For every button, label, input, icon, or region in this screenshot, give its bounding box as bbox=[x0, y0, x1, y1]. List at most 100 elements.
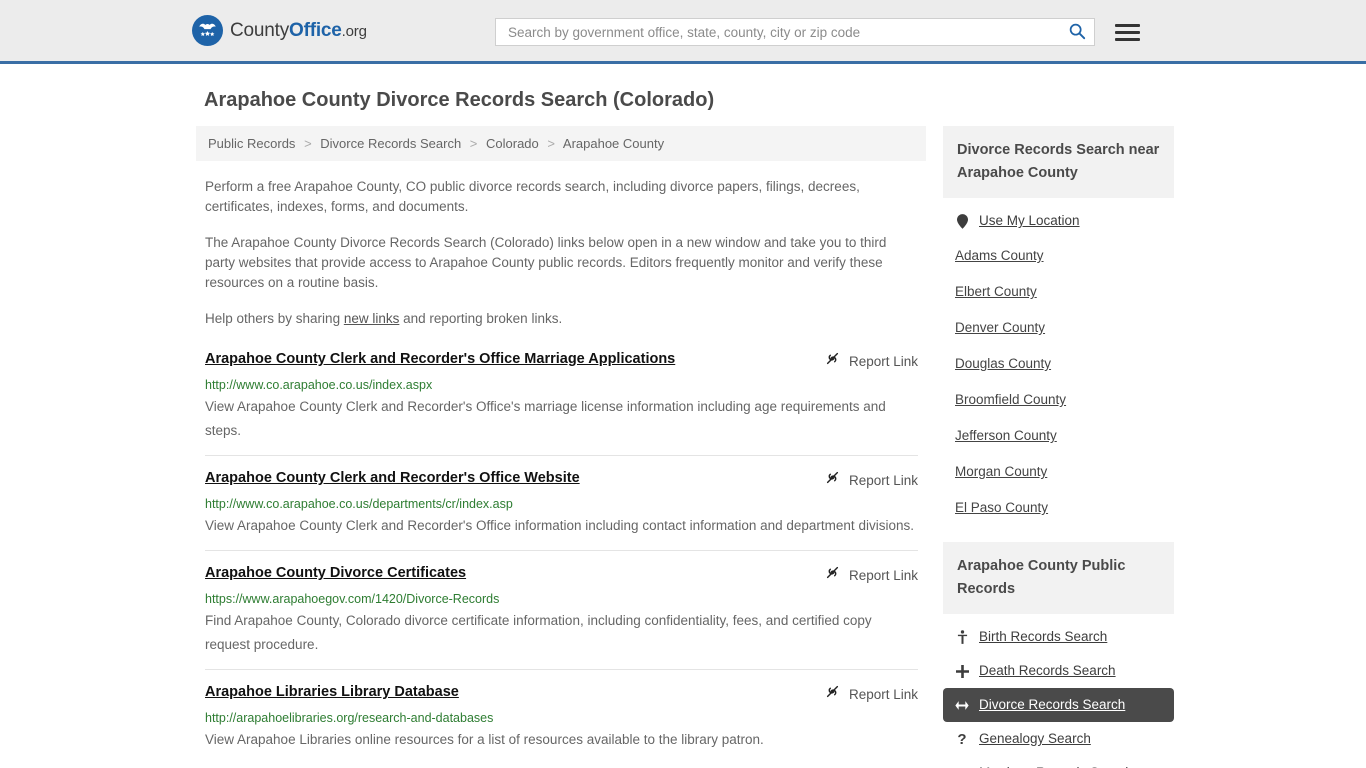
result-header: Arapahoe County Clerk and Recorder's Off… bbox=[205, 350, 918, 372]
sidebar-item-divorce-records[interactable]: Divorce Records Search bbox=[943, 688, 1174, 722]
result-item: Arapahoe County Clerk and Recorder's Off… bbox=[205, 350, 918, 455]
result-description: View Arapahoe County Clerk and Recorder'… bbox=[205, 399, 886, 438]
report-link-label: Report Link bbox=[848, 686, 918, 702]
breadcrumb-item-colorado[interactable]: Colorado bbox=[486, 136, 539, 151]
breadcrumb-item-arapahoe-county[interactable]: Arapahoe County bbox=[563, 136, 664, 151]
nearby-county-row[interactable]: Denver County bbox=[943, 310, 1174, 346]
new-links-link[interactable]: new links bbox=[344, 311, 400, 326]
death-records-search-link[interactable]: Death Records Search bbox=[979, 662, 1116, 680]
marriage-records-search-link[interactable]: Marriage Records Search bbox=[979, 764, 1133, 768]
broken-link-icon bbox=[824, 683, 841, 705]
site-logo[interactable]: CountyOffice.org bbox=[192, 15, 367, 46]
public-records-panel: Arapahoe County Public Records Birth Rec… bbox=[943, 542, 1174, 768]
nearby-panel-heading: Divorce Records Search near Arapahoe Cou… bbox=[943, 126, 1174, 198]
search-icon bbox=[1068, 22, 1086, 43]
search-box[interactable] bbox=[495, 18, 1095, 46]
baby-icon bbox=[955, 630, 969, 644]
nearby-searches-panel: Divorce Records Search near Arapahoe Cou… bbox=[943, 126, 1174, 526]
intro-paragraph-3: Help others by sharing new links and rep… bbox=[205, 309, 918, 329]
report-link-label: Report Link bbox=[848, 472, 918, 488]
nearby-county-link[interactable]: Jefferson County bbox=[955, 427, 1057, 445]
nearby-county-link[interactable]: El Paso County bbox=[955, 499, 1048, 517]
divorce-records-search-link[interactable]: Divorce Records Search bbox=[979, 696, 1125, 714]
results-list: Arapahoe County Clerk and Recorder's Off… bbox=[196, 350, 926, 764]
result-url[interactable]: https://www.arapahoegov.com/1420/Divorce… bbox=[205, 591, 918, 607]
genealogy-search-link[interactable]: Genealogy Search bbox=[979, 730, 1091, 748]
left-right-arrow-icon bbox=[955, 700, 969, 711]
nearby-county-link[interactable]: Adams County bbox=[955, 247, 1044, 265]
breadcrumb-separator: > bbox=[547, 136, 555, 151]
cross-icon bbox=[955, 664, 969, 678]
nearby-county-row[interactable]: Elbert County bbox=[943, 274, 1174, 310]
hamburger-menu-icon[interactable] bbox=[1115, 23, 1140, 41]
use-my-location-row[interactable]: Use My Location bbox=[943, 204, 1174, 238]
search-input[interactable] bbox=[506, 23, 1066, 41]
result-description: Find Arapahoe County, Colorado divorce c… bbox=[205, 613, 872, 652]
breadcrumb-separator: > bbox=[304, 136, 312, 151]
report-link-label: Report Link bbox=[848, 567, 918, 583]
result-title-link[interactable]: Arapahoe County Divorce Certificates bbox=[205, 564, 466, 582]
nearby-county-link[interactable]: Elbert County bbox=[955, 283, 1037, 301]
report-link-button[interactable]: Report Link bbox=[824, 564, 918, 586]
result-item: Arapahoe Libraries Library Database Repo… bbox=[205, 669, 918, 764]
sidebar-item-marriage-records[interactable]: Marriage Records Search bbox=[943, 756, 1174, 768]
header-search-zone bbox=[495, 18, 1140, 46]
report-link-button[interactable]: Report Link bbox=[824, 469, 918, 491]
nearby-county-row[interactable]: Morgan County bbox=[943, 454, 1174, 490]
result-item: Arapahoe County Clerk and Recorder's Off… bbox=[205, 455, 918, 550]
birth-records-search-link[interactable]: Birth Records Search bbox=[979, 628, 1107, 646]
sidebar-item-genealogy[interactable]: ? Genealogy Search bbox=[943, 722, 1174, 756]
result-description: View Arapahoe County Clerk and Recorder'… bbox=[205, 518, 914, 533]
sidebar-item-death-records[interactable]: Death Records Search bbox=[943, 654, 1174, 688]
search-button[interactable] bbox=[1066, 22, 1088, 43]
result-url[interactable]: http://www.co.arapahoe.co.us/departments… bbox=[205, 496, 918, 512]
nearby-county-link[interactable]: Denver County bbox=[955, 319, 1045, 337]
logo-text-county: County bbox=[230, 19, 290, 41]
intro-text-after-link: and reporting broken links. bbox=[399, 311, 563, 326]
result-title-link[interactable]: Arapahoe County Clerk and Recorder's Off… bbox=[205, 469, 580, 487]
broken-link-icon bbox=[824, 469, 841, 491]
result-title-link[interactable]: Arapahoe County Clerk and Recorder's Off… bbox=[205, 350, 675, 368]
eagle-shield-icon bbox=[192, 15, 223, 46]
breadcrumb-item-public-records[interactable]: Public Records bbox=[208, 136, 295, 151]
result-description: View Arapahoe Libraries online resources… bbox=[205, 732, 764, 747]
intro-paragraph-2: The Arapahoe County Divorce Records Sear… bbox=[205, 235, 887, 290]
nearby-county-row[interactable]: Jefferson County bbox=[943, 418, 1174, 454]
broken-link-icon bbox=[824, 564, 841, 586]
intro-section: Perform a free Arapahoe County, CO publi… bbox=[196, 177, 926, 329]
site-header: CountyOffice.org bbox=[0, 0, 1366, 64]
logo-text-org: .org bbox=[341, 22, 367, 40]
report-link-button[interactable]: Report Link bbox=[824, 350, 918, 372]
use-my-location-link[interactable]: Use My Location bbox=[979, 212, 1080, 230]
question-mark-icon: ? bbox=[957, 730, 967, 748]
breadcrumb-item-divorce-records-search[interactable]: Divorce Records Search bbox=[320, 136, 461, 151]
result-url[interactable]: http://arapahoelibraries.org/research-an… bbox=[205, 710, 918, 726]
result-header: Arapahoe Libraries Library Database Repo… bbox=[205, 683, 918, 705]
result-header: Arapahoe County Divorce Certificates Rep… bbox=[205, 564, 918, 586]
nearby-county-row[interactable]: Broomfield County bbox=[943, 382, 1174, 418]
nearby-county-row[interactable]: Adams County bbox=[943, 238, 1174, 274]
nearby-county-link[interactable]: Douglas County bbox=[955, 355, 1051, 373]
result-header: Arapahoe County Clerk and Recorder's Off… bbox=[205, 469, 918, 491]
nearby-county-link[interactable]: Broomfield County bbox=[955, 391, 1066, 409]
page-title: Arapahoe County Divorce Records Search (… bbox=[204, 89, 715, 111]
page-body: Arapahoe County Divorce Records Search (… bbox=[0, 64, 1366, 768]
nearby-county-row[interactable]: El Paso County bbox=[943, 490, 1174, 526]
broken-link-icon bbox=[824, 350, 841, 372]
public-records-list: Birth Records Search Death Records Searc… bbox=[943, 614, 1174, 768]
content-columns: Public Records > Divorce Records Search … bbox=[0, 112, 1366, 768]
intro-text-before-link: Help others by sharing bbox=[205, 311, 344, 326]
public-records-panel-heading: Arapahoe County Public Records bbox=[943, 542, 1174, 614]
main-column: Public Records > Divorce Records Search … bbox=[196, 126, 926, 764]
nearby-county-link[interactable]: Morgan County bbox=[955, 463, 1047, 481]
report-link-label: Report Link bbox=[848, 353, 918, 369]
breadcrumb: Public Records > Divorce Records Search … bbox=[196, 126, 926, 161]
nearby-county-row[interactable]: Douglas County bbox=[943, 346, 1174, 382]
result-url[interactable]: http://www.co.arapahoe.co.us/index.aspx bbox=[205, 377, 918, 393]
result-title-link[interactable]: Arapahoe Libraries Library Database bbox=[205, 683, 459, 701]
intro-paragraph-1: Perform a free Arapahoe County, CO publi… bbox=[205, 179, 860, 214]
sidebar-item-birth-records[interactable]: Birth Records Search bbox=[943, 620, 1174, 654]
report-link-button[interactable]: Report Link bbox=[824, 683, 918, 705]
breadcrumb-separator: > bbox=[469, 136, 478, 151]
logo-text-office: Office bbox=[289, 19, 342, 41]
